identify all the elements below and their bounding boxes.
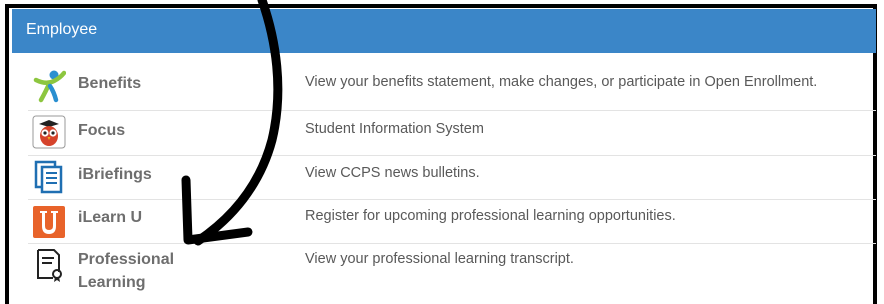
list-item-benefits[interactable]: Benefits View your benefits statement, m… bbox=[28, 58, 876, 111]
list-item-ibriefings[interactable]: iBriefings View CCPS news bulletins. bbox=[28, 156, 876, 200]
ilearn-u-description: Register for upcoming professional learn… bbox=[305, 208, 676, 224]
focus-owl-icon bbox=[32, 115, 66, 149]
professional-learning-description: View your professional learning transcri… bbox=[305, 251, 574, 267]
ibriefings-description: View CCPS news bulletins. bbox=[305, 165, 480, 181]
list-item-professional-learning[interactable]: Professional Learning View your professi… bbox=[28, 244, 876, 302]
ilearn-u-link[interactable]: iLearn U bbox=[78, 206, 142, 229]
benefits-person-icon bbox=[32, 69, 67, 103]
focus-link[interactable]: Focus bbox=[78, 119, 125, 142]
letter-u-icon bbox=[32, 205, 66, 239]
list-item-focus[interactable]: Focus Student Information System bbox=[28, 111, 876, 156]
list-item-ilearn-u[interactable]: iLearn U Register for upcoming professio… bbox=[28, 200, 876, 244]
panel-title: Employee bbox=[26, 21, 98, 38]
benefits-link[interactable]: Benefits bbox=[78, 72, 141, 95]
panel-header: Employee bbox=[12, 9, 876, 53]
professional-learning-link[interactable]: Professional Learning bbox=[78, 248, 174, 294]
document-stack-icon bbox=[32, 160, 66, 194]
ibriefings-link[interactable]: iBriefings bbox=[78, 163, 152, 186]
certificate-icon bbox=[32, 248, 66, 282]
focus-description: Student Information System bbox=[305, 121, 484, 137]
benefits-description: View your benefits statement, make chang… bbox=[305, 74, 818, 90]
